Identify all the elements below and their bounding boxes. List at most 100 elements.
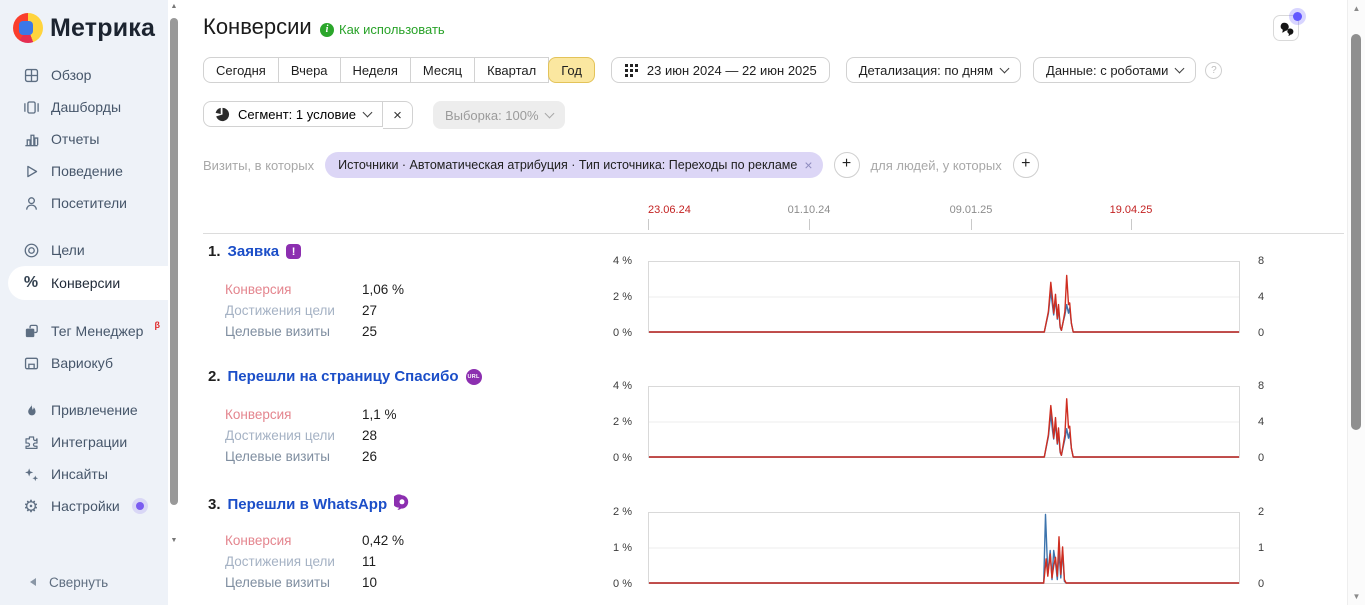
tag-manager-icon <box>21 323 41 340</box>
sidebar-item-tag-manager[interactable]: Тег Менеджерβ <box>0 315 168 347</box>
date-range-button[interactable]: 23 июн 2024 — 22 июн 2025 <box>611 57 830 83</box>
app-name: Метрика <box>50 14 155 43</box>
add-visit-filter-button[interactable]: + <box>834 152 860 178</box>
metric-row-reaches: Достижения цели27 <box>225 300 404 321</box>
period-button-год[interactable]: Год <box>548 57 595 83</box>
sidebar-item-label: Привлечение <box>51 402 138 418</box>
segment-dropdown[interactable]: Сегмент: 1 условие <box>203 101 383 127</box>
chevron-down-icon <box>544 108 554 118</box>
sidebar-item-insights[interactable]: Инсайты <box>0 458 168 490</box>
y-axis-left-tick: 0 % <box>568 578 632 590</box>
metric-row-reaches: Достижения цели11 <box>225 551 404 572</box>
sidebar-item-label: Тег Менеджер <box>51 323 143 339</box>
sidebar-item-integrations[interactable]: Интеграции <box>0 426 168 458</box>
page-scrollbar-thumb[interactable] <box>1351 34 1361 430</box>
form-goal-icon: ! <box>286 244 301 259</box>
y-axis-left-tick: 4 % <box>568 255 632 267</box>
sidebar-item-dashboards[interactable]: Дашборды <box>0 91 168 123</box>
goal-metrics: Конверсия0,42 %Достижения цели11Целевые … <box>225 530 404 593</box>
scroll-down-arrow-icon[interactable]: ▼ <box>1348 592 1365 601</box>
goal-number: 2. <box>208 368 221 385</box>
goal-title-link[interactable]: Заявка <box>228 243 280 260</box>
main-content: Конверсии i Как использовать СегодняВчер… <box>180 0 1348 605</box>
goal-header: 1.Заявка! <box>208 243 301 260</box>
metric-label: Конверсия <box>225 282 362 297</box>
period-button-вчера[interactable]: Вчера <box>278 57 341 83</box>
segment-label: Сегмент: 1 условие <box>238 107 356 122</box>
sidebar-item-conversions[interactable]: %Конверсии <box>8 266 168 300</box>
support-chat-button[interactable] <box>1273 15 1299 41</box>
people-filter-label: для людей, у которых <box>871 158 1002 173</box>
sidebar-item-label: Цели <box>51 242 85 258</box>
conversion-chart[interactable] <box>648 261 1240 333</box>
filter-chip[interactable]: Источники · Автоматическая атрибуция · Т… <box>325 152 822 178</box>
series-conversion-rate <box>649 537 1239 583</box>
help-question-icon[interactable]: ? <box>1205 62 1222 79</box>
x-axis-date-label: 23.06.24 <box>648 204 691 216</box>
how-to-use-link[interactable]: i Как использовать <box>320 22 445 37</box>
scroll-down-arrow-icon[interactable]: ▼ <box>168 537 180 544</box>
conversion-chart[interactable] <box>648 512 1240 584</box>
y-axis-right-tick: 4 <box>1258 416 1264 428</box>
sidebar-item-label: Конверсии <box>51 275 120 291</box>
sidebar-item-goals[interactable]: Цели <box>0 234 168 266</box>
x-axis-tick-mark <box>648 219 649 230</box>
metric-row-conversion: Конверсия1,06 % <box>225 279 404 300</box>
sidebar-item-behavior[interactable]: Поведение <box>0 155 168 187</box>
filter-chip-label: Источники · Автоматическая атрибуция · Т… <box>338 158 797 172</box>
goal-title-link[interactable]: Перешли в WhatsApp <box>228 496 388 513</box>
add-people-filter-button[interactable]: + <box>1013 152 1039 178</box>
sidebar-item-label: Посетители <box>51 195 127 211</box>
series-target-visits <box>649 515 1239 584</box>
x-axis-tick-mark <box>1131 219 1132 230</box>
metric-value: 10 <box>362 575 377 590</box>
person-icon <box>21 195 41 212</box>
sidebar-nav: Обзор ДашбордыОтчетыПоведение Посетители Це… <box>0 59 168 522</box>
period-button-квартал[interactable]: Квартал <box>474 57 549 83</box>
metric-value: 27 <box>362 303 377 318</box>
metric-label: Достижения цели <box>225 428 362 443</box>
period-button-месяц[interactable]: Месяц <box>410 57 475 83</box>
sidebar-item-attraction[interactable]: Привлечение <box>0 394 168 426</box>
sidebar-item-visitors[interactable]: Посетители <box>0 187 168 219</box>
y-axis-right-tick: 2 <box>1258 506 1264 518</box>
sidebar-item-overview[interactable]: Обзор <box>0 59 168 91</box>
sidebar-item-variocube[interactable]: Вариокуб <box>0 347 168 379</box>
segment-clear-button[interactable]: × <box>383 101 413 129</box>
sidebar-scrollbar-thumb[interactable] <box>170 18 178 505</box>
metric-value: 1,06 % <box>362 282 404 297</box>
y-axis-left-tick: 4 % <box>568 380 632 392</box>
sidebar-item-settings[interactable]: ⚙ Настройки <box>0 490 168 522</box>
page-scrollbar[interactable]: ▲ ▼ <box>1347 0 1365 605</box>
scroll-up-arrow-icon[interactable]: ▲ <box>168 3 180 10</box>
y-axis-left-tick: 2 % <box>568 506 632 518</box>
conversion-chart[interactable] <box>648 386 1240 458</box>
info-icon: i <box>320 23 334 37</box>
period-button-неделя[interactable]: Неделя <box>340 57 411 83</box>
y-axis-right-tick: 0 <box>1258 327 1264 339</box>
sampling-dropdown[interactable]: Выборка: 100% <box>433 101 565 129</box>
sidebar-item-label: Обзор <box>51 67 91 83</box>
sidebar-item-reports[interactable]: Отчеты <box>0 123 168 155</box>
play-icon <box>21 163 41 180</box>
scroll-up-arrow-icon[interactable]: ▲ <box>1348 4 1365 13</box>
metric-value: 28 <box>362 428 377 443</box>
gear-icon: ⚙ <box>21 498 41 515</box>
app-logo[interactable]: Метрика <box>13 13 155 43</box>
calendar-grid-icon <box>624 63 639 78</box>
goal-metrics: Конверсия1,1 %Достижения цели28Целевые в… <box>225 404 397 467</box>
sidebar-item-label: Настройки <box>51 498 120 514</box>
chip-remove-icon[interactable]: × <box>804 157 812 173</box>
chevron-down-icon <box>363 107 373 117</box>
goal-block: 3.Перешли в WhatsAppКонверсия0,42 %Дости… <box>180 492 1348 605</box>
detalization-dropdown[interactable]: Детализация: по дням <box>846 57 1021 83</box>
sidebar-scrollbar[interactable]: ▲ ▼ <box>168 0 180 605</box>
metrika-logo-icon <box>13 13 43 43</box>
page-title: Конверсии <box>203 14 312 40</box>
grid-icon <box>21 67 41 84</box>
period-button-сегодня[interactable]: Сегодня <box>203 57 279 83</box>
goal-title-link[interactable]: Перешли на страницу Спасибо <box>228 368 459 385</box>
data-mode-dropdown[interactable]: Данные: с роботами <box>1033 57 1196 83</box>
detalization-label: Детализация: по дням <box>859 63 993 78</box>
metric-label: Конверсия <box>225 533 362 548</box>
